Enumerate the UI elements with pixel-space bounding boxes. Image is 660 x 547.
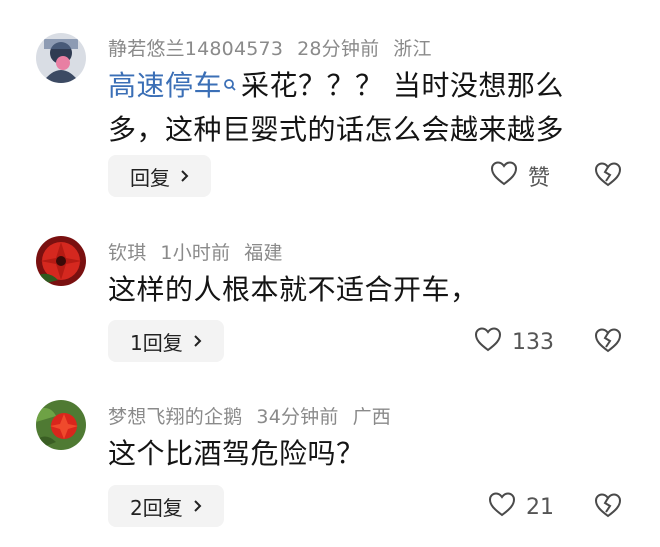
username[interactable]: 梦想飞翔的企鹅 — [108, 406, 242, 428]
reply-button[interactable]: 2回复 — [108, 485, 224, 527]
location: 浙江 — [393, 38, 432, 60]
like-button[interactable]: 21 — [488, 491, 554, 523]
dislike-button[interactable] — [594, 161, 622, 191]
reply-label: 回复 — [130, 165, 170, 190]
comment-meta: 静若悠兰14804573 28分钟前 浙江 — [108, 34, 446, 61]
like-count: 赞 — [528, 166, 551, 191]
like-count: 21 — [526, 494, 554, 520]
broken-heart-icon — [594, 493, 622, 522]
dislike-button[interactable] — [594, 327, 622, 357]
timestamp: 28分钟前 — [297, 38, 380, 60]
like-button[interactable]: 赞 — [490, 160, 550, 192]
comment-meta: 梦想飞翔的企鹅 34分钟前 广西 — [108, 402, 405, 429]
chevron-right-icon — [193, 334, 202, 348]
reply-label: 1回复 — [130, 330, 183, 355]
comment-text: 这个比酒驾危险吗？ — [108, 432, 608, 476]
location: 广西 — [352, 406, 391, 428]
broken-heart-icon — [594, 162, 622, 191]
dislike-button[interactable] — [594, 492, 622, 522]
timestamp: 34分钟前 — [256, 406, 339, 428]
avatar[interactable] — [36, 33, 86, 83]
broken-heart-icon — [594, 328, 622, 357]
reply-button[interactable]: 1回复 — [108, 320, 224, 362]
username[interactable]: 钦琪 — [108, 242, 146, 264]
comment-body: 这样的人根本就不适合开车， — [108, 273, 479, 306]
mention-link[interactable]: 高速停车 — [108, 69, 222, 102]
search-icon[interactable] — [223, 64, 237, 108]
avatar[interactable] — [36, 400, 86, 450]
heart-icon — [490, 160, 528, 192]
comment-meta: 钦琪 1小时前 福建 — [108, 238, 297, 265]
like-count: 133 — [512, 329, 554, 355]
reply-label: 2回复 — [130, 495, 183, 520]
chevron-right-icon — [180, 169, 189, 183]
timestamp: 1小时前 — [160, 242, 231, 264]
like-button[interactable]: 133 — [474, 326, 554, 358]
comment-body: 这个比酒驾危险吗？ — [108, 437, 365, 470]
location: 福建 — [244, 242, 283, 264]
heart-icon — [488, 491, 526, 523]
heart-icon — [474, 326, 512, 358]
username[interactable]: 静若悠兰14804573 — [108, 38, 283, 60]
chevron-right-icon — [193, 499, 202, 513]
comment-text: 高速停车 采花？？？ 当时没想那么多，这种巨婴式的话怎么会越来越多 — [108, 64, 608, 152]
avatar[interactable] — [36, 236, 86, 286]
reply-button[interactable]: 回复 — [108, 155, 211, 197]
comment-text: 这样的人根本就不适合开车， — [108, 268, 608, 312]
